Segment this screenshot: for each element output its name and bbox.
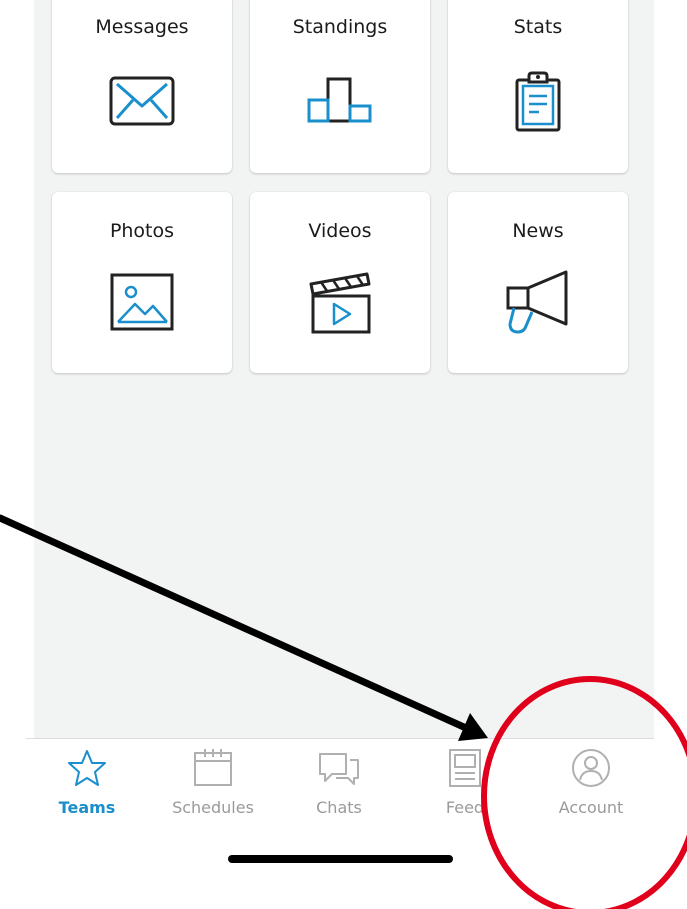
envelope-icon xyxy=(109,76,175,126)
clipboard-icon xyxy=(515,71,561,132)
tile-stats[interactable]: Stats xyxy=(448,0,628,173)
tab-label: Chats xyxy=(316,798,362,817)
tab-label: Feed xyxy=(445,798,485,817)
tile-photos[interactable]: Photos xyxy=(52,192,232,373)
chat-icon xyxy=(319,753,359,785)
tab-teams[interactable]: Teams xyxy=(32,740,142,830)
clapperboard-icon xyxy=(309,272,371,334)
tile-news[interactable]: News xyxy=(448,192,628,373)
calendar-icon xyxy=(194,749,232,786)
tab-label: Teams xyxy=(58,798,116,817)
tab-account[interactable]: Account xyxy=(536,740,646,830)
account-icon xyxy=(572,749,610,787)
tile-label: Photos xyxy=(109,220,175,242)
tab-chats[interactable]: Chats xyxy=(284,740,394,830)
tile-messages[interactable]: Messages xyxy=(52,0,232,173)
image-icon xyxy=(110,273,174,331)
home-indicator xyxy=(228,855,453,863)
tile-label: News xyxy=(512,220,564,242)
star-icon xyxy=(68,750,106,786)
tile-label: Stats xyxy=(513,16,563,38)
tile-videos[interactable]: Videos xyxy=(250,192,430,373)
tile-label: Messages xyxy=(95,16,189,38)
tile-label: Videos xyxy=(308,220,372,242)
tab-label: Account xyxy=(558,798,624,817)
podium-icon xyxy=(307,77,372,123)
tile-label: Standings xyxy=(292,16,388,38)
feed-icon xyxy=(449,749,481,787)
tab-bar-divider xyxy=(26,738,654,739)
tab-feed[interactable]: Feed xyxy=(410,740,520,830)
tab-label: Schedules xyxy=(172,798,254,817)
tile-standings[interactable]: Standings xyxy=(250,0,430,173)
megaphone-icon xyxy=(506,270,568,334)
tab-schedules[interactable]: Schedules xyxy=(158,740,268,830)
